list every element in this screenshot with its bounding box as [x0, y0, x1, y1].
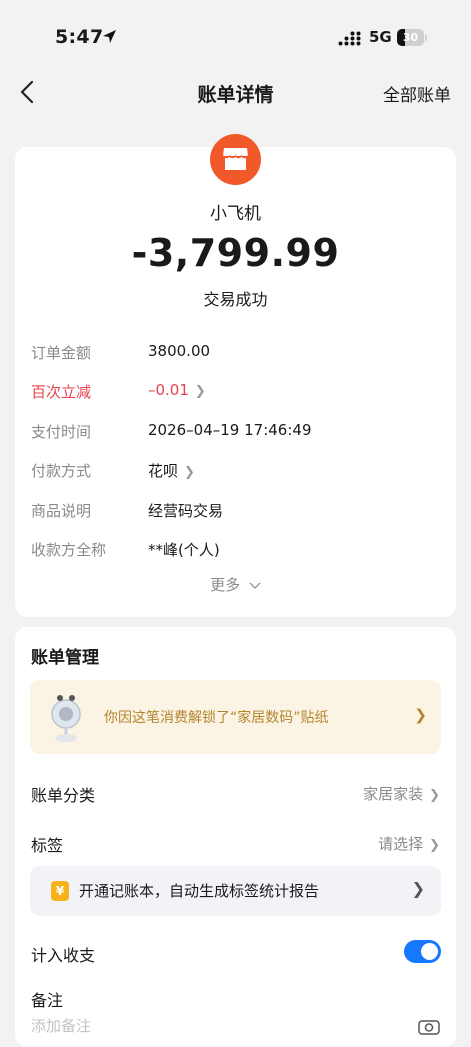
category-label: 账单分类: [31, 786, 96, 805]
chevron-right-icon: ❯: [194, 384, 206, 399]
location-arrow-icon: [103, 30, 116, 43]
all-bills-link[interactable]: 全部账单: [383, 81, 451, 106]
include-toggle[interactable]: [404, 940, 441, 963]
section-title: 账单管理: [31, 648, 99, 668]
bookkeeping-tip-banner[interactable]: ¥ 开通记账本，自动生成标签统计报告 ❯: [30, 866, 441, 916]
note-label: 备注: [31, 991, 64, 1010]
sticker-text: 你因这笔消费解锁了“家居数码”贴纸: [104, 710, 329, 726]
order-amount-value: 3800.00: [148, 342, 211, 360]
status-bar: 5:47 5G 30: [0, 0, 471, 76]
tag-value: 请选择: [378, 835, 424, 853]
tip-text: 开通记账本，自动生成标签统计报告: [79, 882, 320, 900]
transaction-amount: -3,799.99: [131, 231, 340, 275]
note-input[interactable]: 添加备注: [31, 1015, 91, 1036]
battery-icon: 30: [397, 29, 427, 46]
payee-label: 收款方全称: [31, 541, 107, 559]
payee-value: **峰(个人): [148, 541, 220, 559]
chevron-down-icon: [249, 582, 261, 589]
merchant-logo: [210, 134, 261, 185]
nav-bar: 账单详情 全部账单: [0, 70, 471, 114]
chevron-right-icon: ❯: [414, 706, 427, 724]
product-desc-label: 商品说明: [31, 502, 92, 520]
category-value: 家居家装: [363, 785, 424, 803]
toggle-knob: [421, 943, 438, 960]
bill-management-card: 账单管理 你因这笔消费解锁了“家居数码”贴纸 ❯ 账单分类 家居家装 ❯ 标签 请…: [15, 627, 456, 1047]
payment-method-row[interactable]: 花呗 ❯: [148, 460, 195, 481]
order-amount-label: 订单金额: [31, 344, 92, 362]
payment-method-value: 花呗: [148, 462, 179, 480]
payment-method-label: 付款方式: [31, 462, 92, 480]
discount-label: 百次立减: [31, 383, 92, 401]
tag-label: 标签: [31, 836, 64, 855]
chevron-right-icon: ❯: [411, 879, 425, 898]
chevron-right-icon: ❯: [429, 838, 440, 853]
pay-time-value: 2026–04–19 17:46:49: [148, 421, 312, 439]
include-label: 计入收支: [31, 946, 96, 965]
yuan-note-icon: ¥: [51, 881, 69, 901]
network-type: 5G: [369, 28, 392, 46]
status-time: 5:47: [55, 26, 104, 48]
trade-status: 交易成功: [203, 290, 268, 309]
cellular-signal-icon: [338, 31, 361, 46]
discount-row[interactable]: –0.01 ❯: [148, 381, 206, 399]
product-desc-value: 经营码交易: [148, 502, 224, 520]
transaction-detail-card: 小飞机 -3,799.99 交易成功 订单金额 3800.00 百次立减 –0.…: [15, 134, 456, 617]
battery-percent: 30: [402, 31, 419, 44]
more-button[interactable]: 更多: [15, 574, 456, 595]
more-label: 更多: [210, 576, 241, 594]
tag-selector[interactable]: 请选择 ❯: [378, 833, 440, 854]
shop-icon: [222, 148, 249, 170]
pay-time-label: 支付时间: [31, 423, 92, 441]
merchant-name: 小飞机: [210, 204, 261, 224]
chevron-right-icon: ❯: [429, 788, 440, 803]
chevron-right-icon: ❯: [184, 465, 195, 480]
globe-sticker-icon: [51, 695, 81, 742]
discount-value: –0.01: [148, 381, 189, 399]
category-selector[interactable]: 家居家装 ❯: [363, 783, 440, 804]
camera-icon[interactable]: [418, 1017, 440, 1035]
sticker-banner[interactable]: 你因这笔消费解锁了“家居数码”贴纸 ❯: [30, 680, 441, 754]
